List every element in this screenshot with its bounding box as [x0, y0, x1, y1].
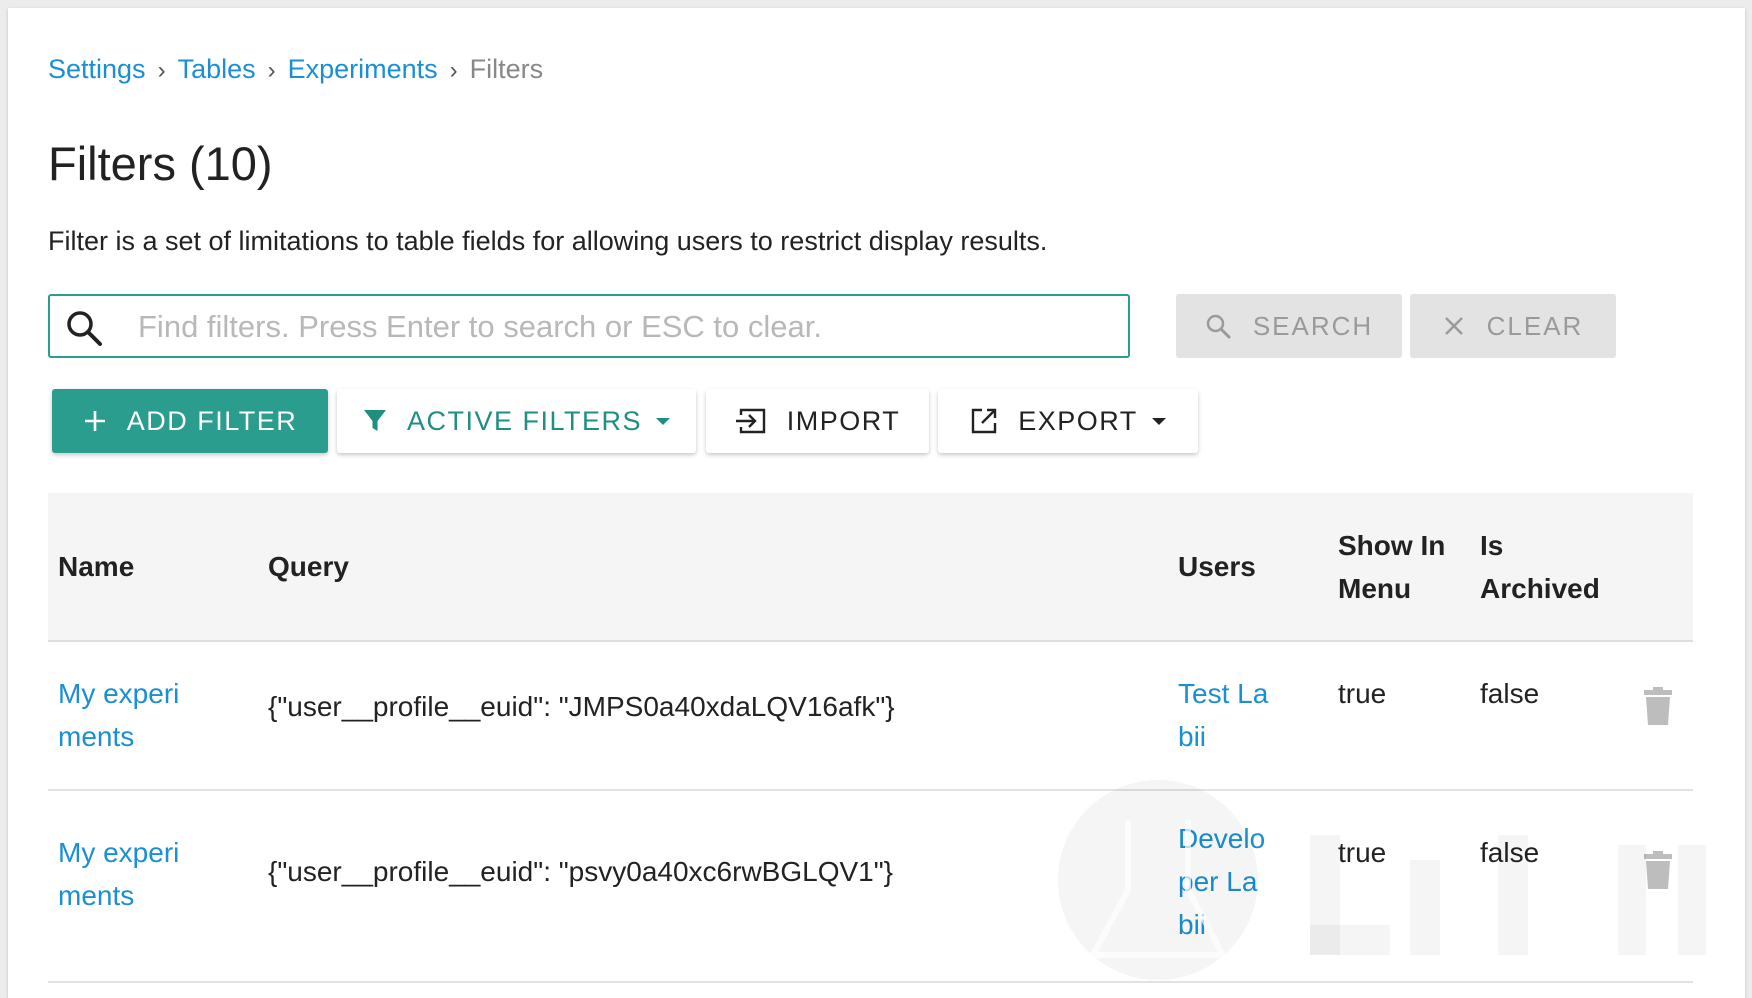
export-icon	[972, 408, 997, 434]
show-in-menu-value: true	[1338, 837, 1387, 868]
close-icon	[1444, 317, 1463, 335]
filter-name-link[interactable]: My experi ments	[58, 831, 203, 917]
filter-name-line: My experi	[58, 837, 180, 868]
filter-user-link[interactable]: Test La bii	[1178, 672, 1288, 758]
trash-icon	[1644, 851, 1672, 889]
add-filter-label: ADD FILTER	[126, 405, 298, 436]
clear-button-label: CLEAR	[1486, 310, 1584, 341]
delete-button[interactable]	[1644, 851, 1676, 891]
column-header-is-archived[interactable]: Is Archived	[1480, 524, 1600, 610]
search-button[interactable]: SEARCH	[1176, 294, 1402, 358]
page-description: Filter is a set of limitations to table …	[48, 226, 1048, 256]
breadcrumb-separator: ›	[267, 57, 276, 84]
filter-user-line: bii	[1178, 721, 1207, 752]
filter-user-line: Develo	[1178, 823, 1266, 854]
delete-button[interactable]	[1644, 687, 1676, 727]
column-header-is-archived-line: Is	[1480, 530, 1504, 561]
import-icon	[735, 408, 765, 434]
breadcrumb-settings[interactable]: Settings	[48, 54, 146, 84]
export-dropdown[interactable]: EXPORT	[938, 389, 1198, 453]
column-header-is-archived-line: Archived	[1480, 573, 1600, 604]
search-input[interactable]	[136, 304, 1100, 350]
column-header-name[interactable]: Name	[58, 545, 134, 588]
clear-button[interactable]: CLEAR	[1410, 294, 1616, 358]
import-button[interactable]: IMPORT	[706, 389, 929, 453]
filter-user-line: per La	[1178, 866, 1258, 897]
filter-name-line: My experi	[58, 678, 180, 709]
is-archived-value: false	[1480, 678, 1540, 709]
filter-name-line: ments	[58, 721, 135, 752]
breadcrumb-separator: ›	[157, 57, 166, 84]
filters-table: Name Query Users Show In Menu Is Archive…	[48, 493, 1693, 983]
search-button-label: SEARCH	[1252, 310, 1374, 341]
search-box	[48, 294, 1130, 358]
breadcrumb: Settings › Tables › Experiments › Filters	[48, 54, 543, 85]
filter-name-line: ments	[58, 880, 135, 911]
chevron-down-icon	[1151, 417, 1166, 425]
breadcrumb-experiments[interactable]: Experiments	[288, 54, 438, 84]
search-icon	[64, 308, 104, 348]
filter-user-line: Test La	[1178, 678, 1269, 709]
table-header: Name Query Users Show In Menu Is Archive…	[48, 493, 1693, 642]
filter-user-line: bii	[1178, 909, 1207, 940]
page-title: Filters (10)	[48, 137, 273, 190]
show-in-menu-value: true	[1338, 678, 1387, 709]
trash-icon	[1644, 687, 1672, 725]
filter-icon	[363, 410, 386, 431]
filters-page-card: Settings › Tables › Experiments › Filters Filt…	[8, 8, 1745, 998]
column-header-query[interactable]: Query	[268, 545, 349, 588]
search-icon	[1206, 314, 1231, 339]
column-header-show-in-menu[interactable]: Show In Menu	[1338, 524, 1445, 610]
breadcrumb-separator: ›	[449, 57, 458, 84]
filter-query: {"user__profile__euid": "psvy0a40xc6rwBG…	[268, 856, 894, 887]
filter-name-link[interactable]: My experi ments	[58, 672, 203, 758]
column-header-show-in-menu-line: Show In	[1338, 530, 1446, 561]
active-filters-dropdown[interactable]: ACTIVE FILTERS	[337, 389, 696, 453]
import-label: IMPORT	[786, 405, 901, 436]
add-filter-button[interactable]: ADD FILTER	[52, 389, 328, 453]
column-header-users[interactable]: Users	[1178, 545, 1256, 588]
is-archived-value: false	[1480, 837, 1540, 868]
export-label: EXPORT	[1018, 405, 1138, 436]
breadcrumb-current: Filters	[469, 54, 544, 84]
filter-user-link[interactable]: Develo per La bii	[1178, 817, 1288, 946]
plus-icon	[84, 411, 105, 431]
active-filters-label: ACTIVE FILTERS	[406, 405, 643, 436]
table-row: My experi ments {"user__profile__euid": …	[48, 791, 1693, 983]
column-header-show-in-menu-line: Menu	[1338, 573, 1412, 604]
table-row: My experi ments {"user__profile__euid": …	[48, 642, 1693, 791]
chevron-down-icon	[656, 417, 671, 425]
breadcrumb-tables[interactable]: Tables	[178, 54, 256, 84]
filter-query: {"user__profile__euid": "JMPS0a40xdaLQV1…	[268, 691, 895, 722]
